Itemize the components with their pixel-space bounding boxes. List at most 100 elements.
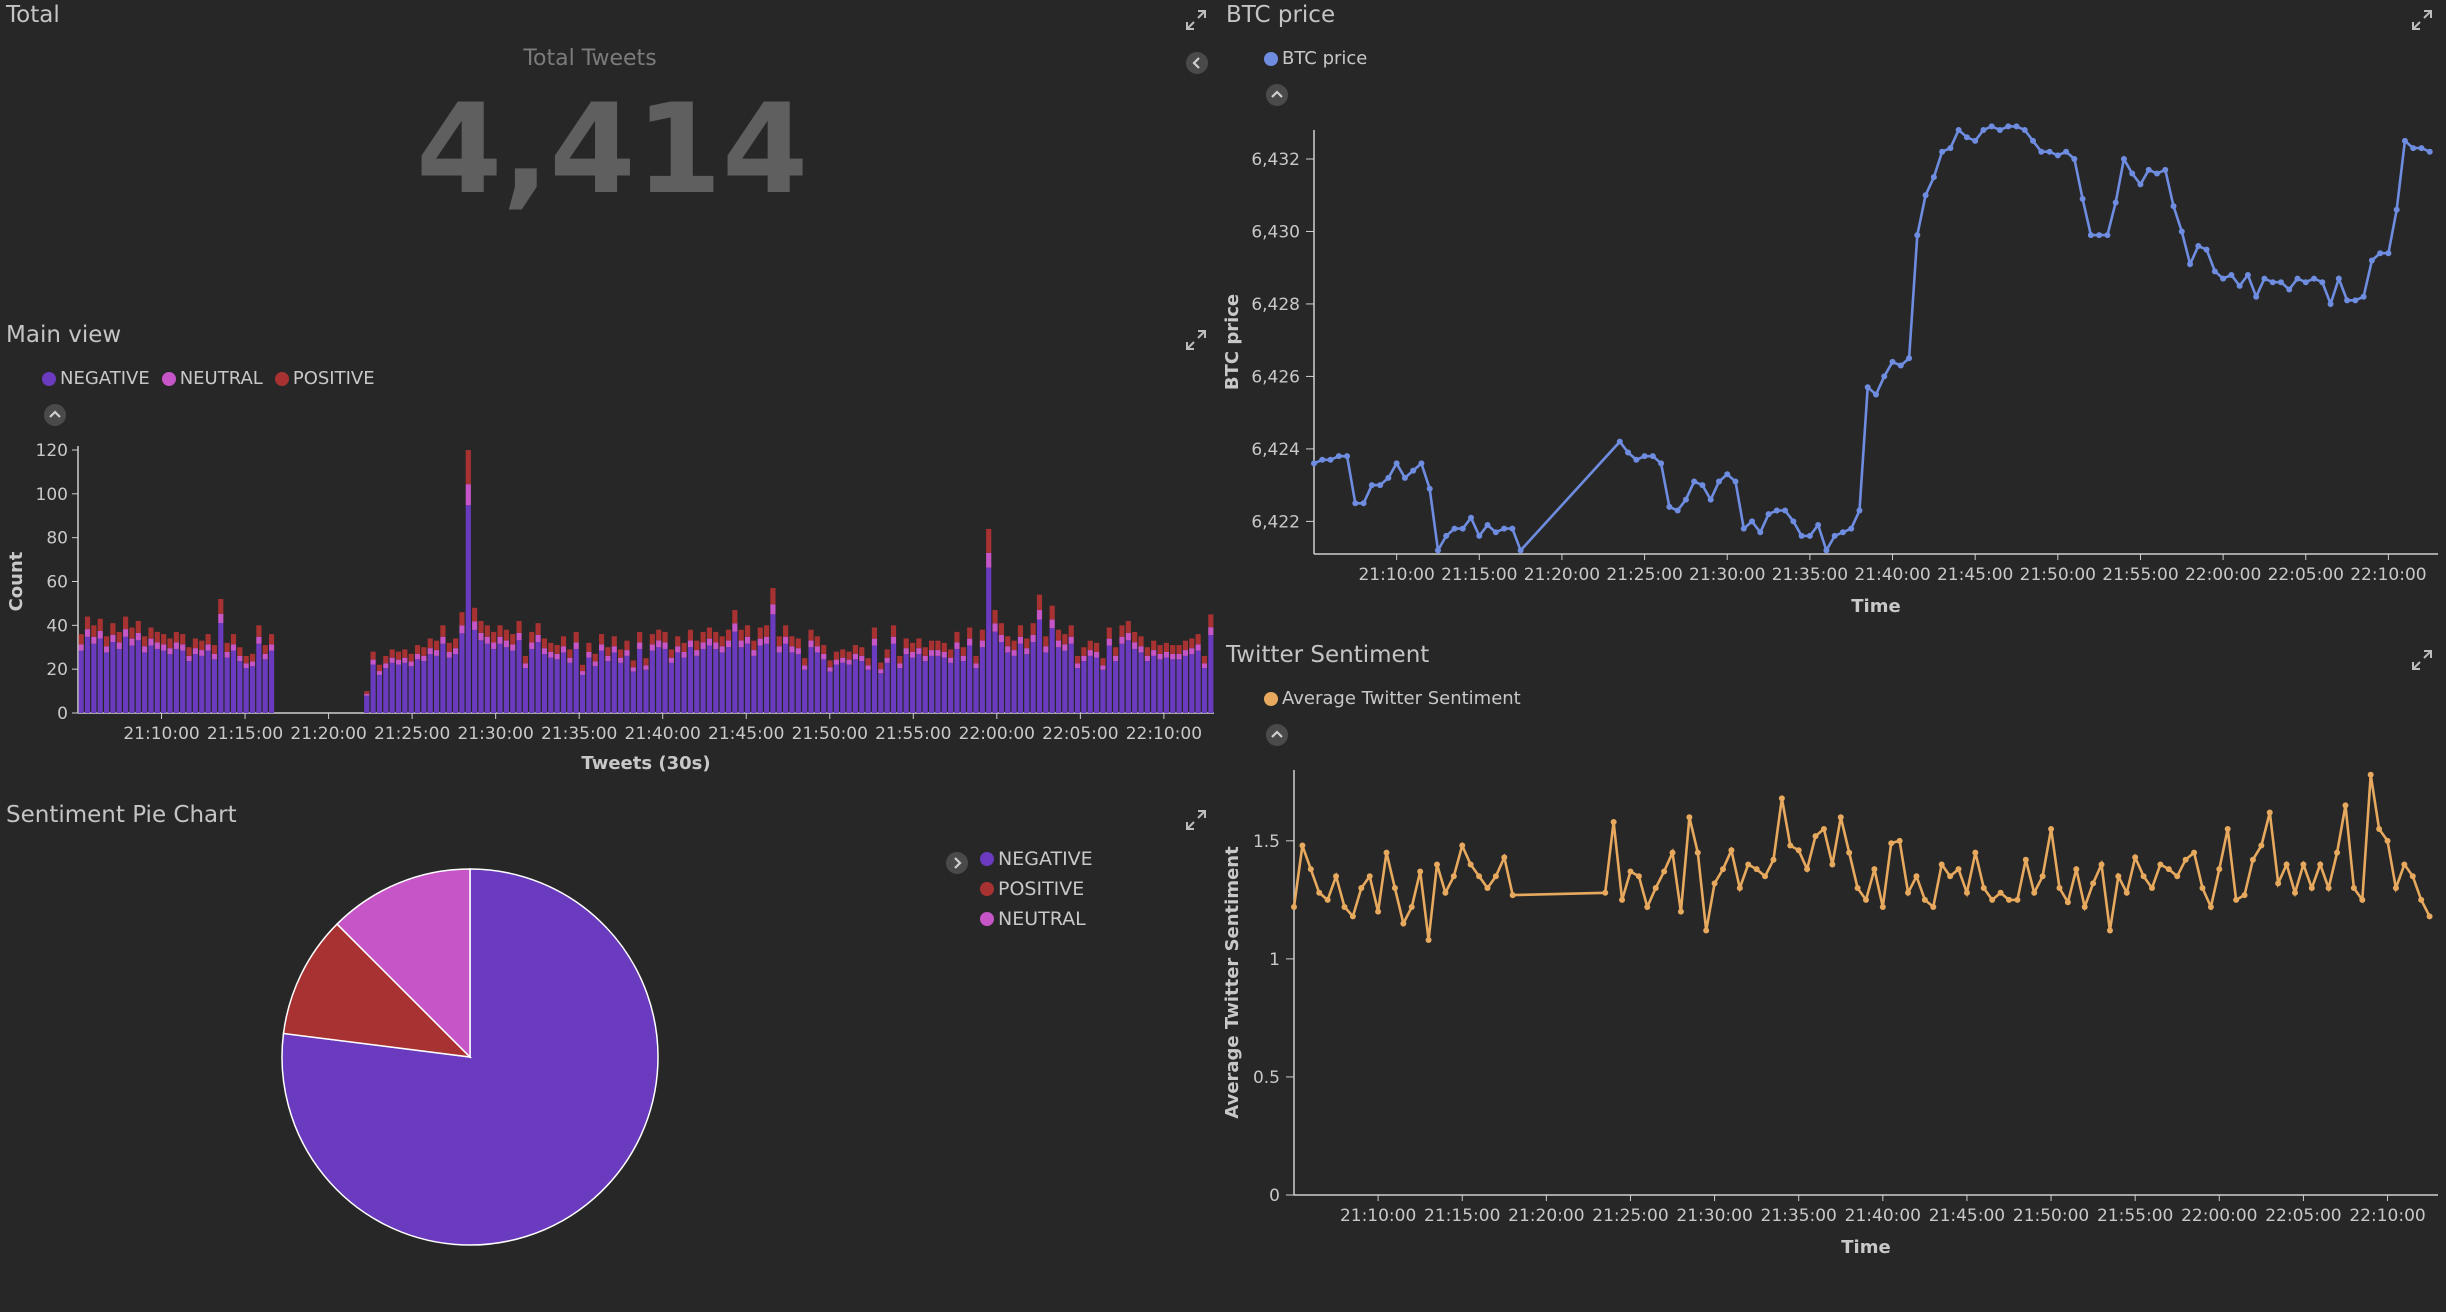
bar-segment-negative [1005,652,1011,713]
bar-segment-negative [890,643,897,713]
data-point [1864,384,1871,391]
bar-segment-neutral [643,665,649,670]
bar-segment-negative [1132,648,1138,713]
bar-segment-positive [776,636,782,647]
bar-segment-negative [503,647,509,713]
bar-segment-negative [389,662,395,713]
bar-segment-negative [903,654,909,713]
data-point [1955,866,1962,873]
bar-segment-neutral [459,625,465,634]
legend-item-negative[interactable]: NEGATIVE [980,848,1093,870]
bar-segment-negative [1170,659,1176,713]
bar-segment-neutral [440,636,446,644]
bar-segment-positive [529,631,535,643]
data-point [1291,903,1297,910]
bar-segment-negative [929,655,935,713]
data-point [2302,279,2309,286]
bar-segment-neutral [199,650,205,656]
data-point [2112,199,2119,206]
legend-item-positive[interactable]: POSITIVE [980,878,1093,900]
bar-segment-negative [878,673,884,713]
bar-segment-neutral [656,640,662,648]
bar-segment-neutral [637,642,643,649]
bar-segment-positive [256,625,262,637]
data-point [2300,861,2307,868]
bar-segment-negative [1157,659,1163,713]
y-tick-label: 80 [46,529,68,549]
bar-segment-negative [770,614,776,713]
bar-segment-negative [821,659,827,713]
data-point [2145,166,2152,173]
data-point [2182,856,2189,863]
x-tick-label: 21:25:00 [1592,1206,1668,1226]
bar-segment-positive [706,627,713,639]
bar-segment-neutral [1049,619,1055,629]
bar-segment-negative [986,567,992,713]
data-point [1509,892,1516,899]
data-point [1375,908,1382,915]
data-point [2054,152,2061,159]
bar-segment-positive [840,649,846,658]
x-tick-label: 21:15:00 [1441,565,1517,585]
bar-segment-negative [510,650,516,713]
x-axis-label: Time [1841,1237,1890,1258]
bar-segment-neutral [668,657,674,663]
bar-segment-positive [948,649,954,658]
bar-segment-positive [865,658,871,666]
chevron-right-icon[interactable] [946,852,968,874]
bar-segment-positive [700,631,706,643]
bar-segment-negative [541,654,548,713]
x-tick-label: 21:15:00 [207,724,283,744]
data-point [2014,896,2021,903]
bar-segment-neutral [1208,627,1214,636]
bar-segment-positive [148,627,154,639]
data-point [2056,885,2063,892]
x-tick-label: 21:10:00 [1358,565,1434,585]
chevron-left-icon[interactable] [1186,52,1208,74]
data-point [1377,482,1384,489]
bar-segment-positive [91,625,97,637]
bar-segment-negative [1201,667,1208,713]
bar-segment-positive [249,653,256,662]
bar-segment-neutral [129,638,135,646]
bar-segment-neutral [770,604,776,615]
bar-segment-positive [998,623,1004,635]
bar-segment-neutral [256,636,262,644]
bar-segment-positive [1113,647,1119,656]
bar-segment-negative [167,654,173,713]
series-line [1313,124,2431,555]
bar-segment-negative [497,643,503,713]
bar-segment-positive [230,634,237,645]
x-tick-label: 21:50:00 [2020,565,2096,585]
bar-segment-positive [262,645,268,654]
expand-icon[interactable] [1184,8,1208,32]
data-point [2317,861,2324,868]
bar-segment-neutral [1182,650,1189,656]
expand-icon[interactable] [1184,808,1208,832]
legend-item-neutral[interactable]: NEUTRAL [980,908,1093,930]
bar-segment-neutral [395,659,402,665]
data-point [2021,127,2028,133]
data-point [1963,889,1970,896]
bar-segment-negative [1017,643,1024,713]
bar-segment-neutral [592,661,598,667]
data-point [2359,896,2366,903]
data-point [2115,873,2122,880]
bar-segment-neutral [694,650,700,656]
bar-segment-positive [954,631,960,643]
bar-segment-neutral [852,653,859,660]
bar-segment-negative [249,666,256,713]
data-point [1699,482,1706,489]
bar-segment-neutral [1106,638,1112,646]
bar-segment-neutral [706,638,713,646]
data-point [1358,885,1365,892]
data-point [2207,903,2214,910]
bar-segment-negative [624,655,630,713]
bar-segment-negative [84,636,91,713]
data-point [2106,927,2113,934]
data-point [1674,507,1681,514]
x-tick-label: 21:30:00 [1676,1206,1752,1226]
data-point [1434,861,1440,868]
bar-segment-positive [1176,645,1182,654]
data-point [2064,899,2071,906]
